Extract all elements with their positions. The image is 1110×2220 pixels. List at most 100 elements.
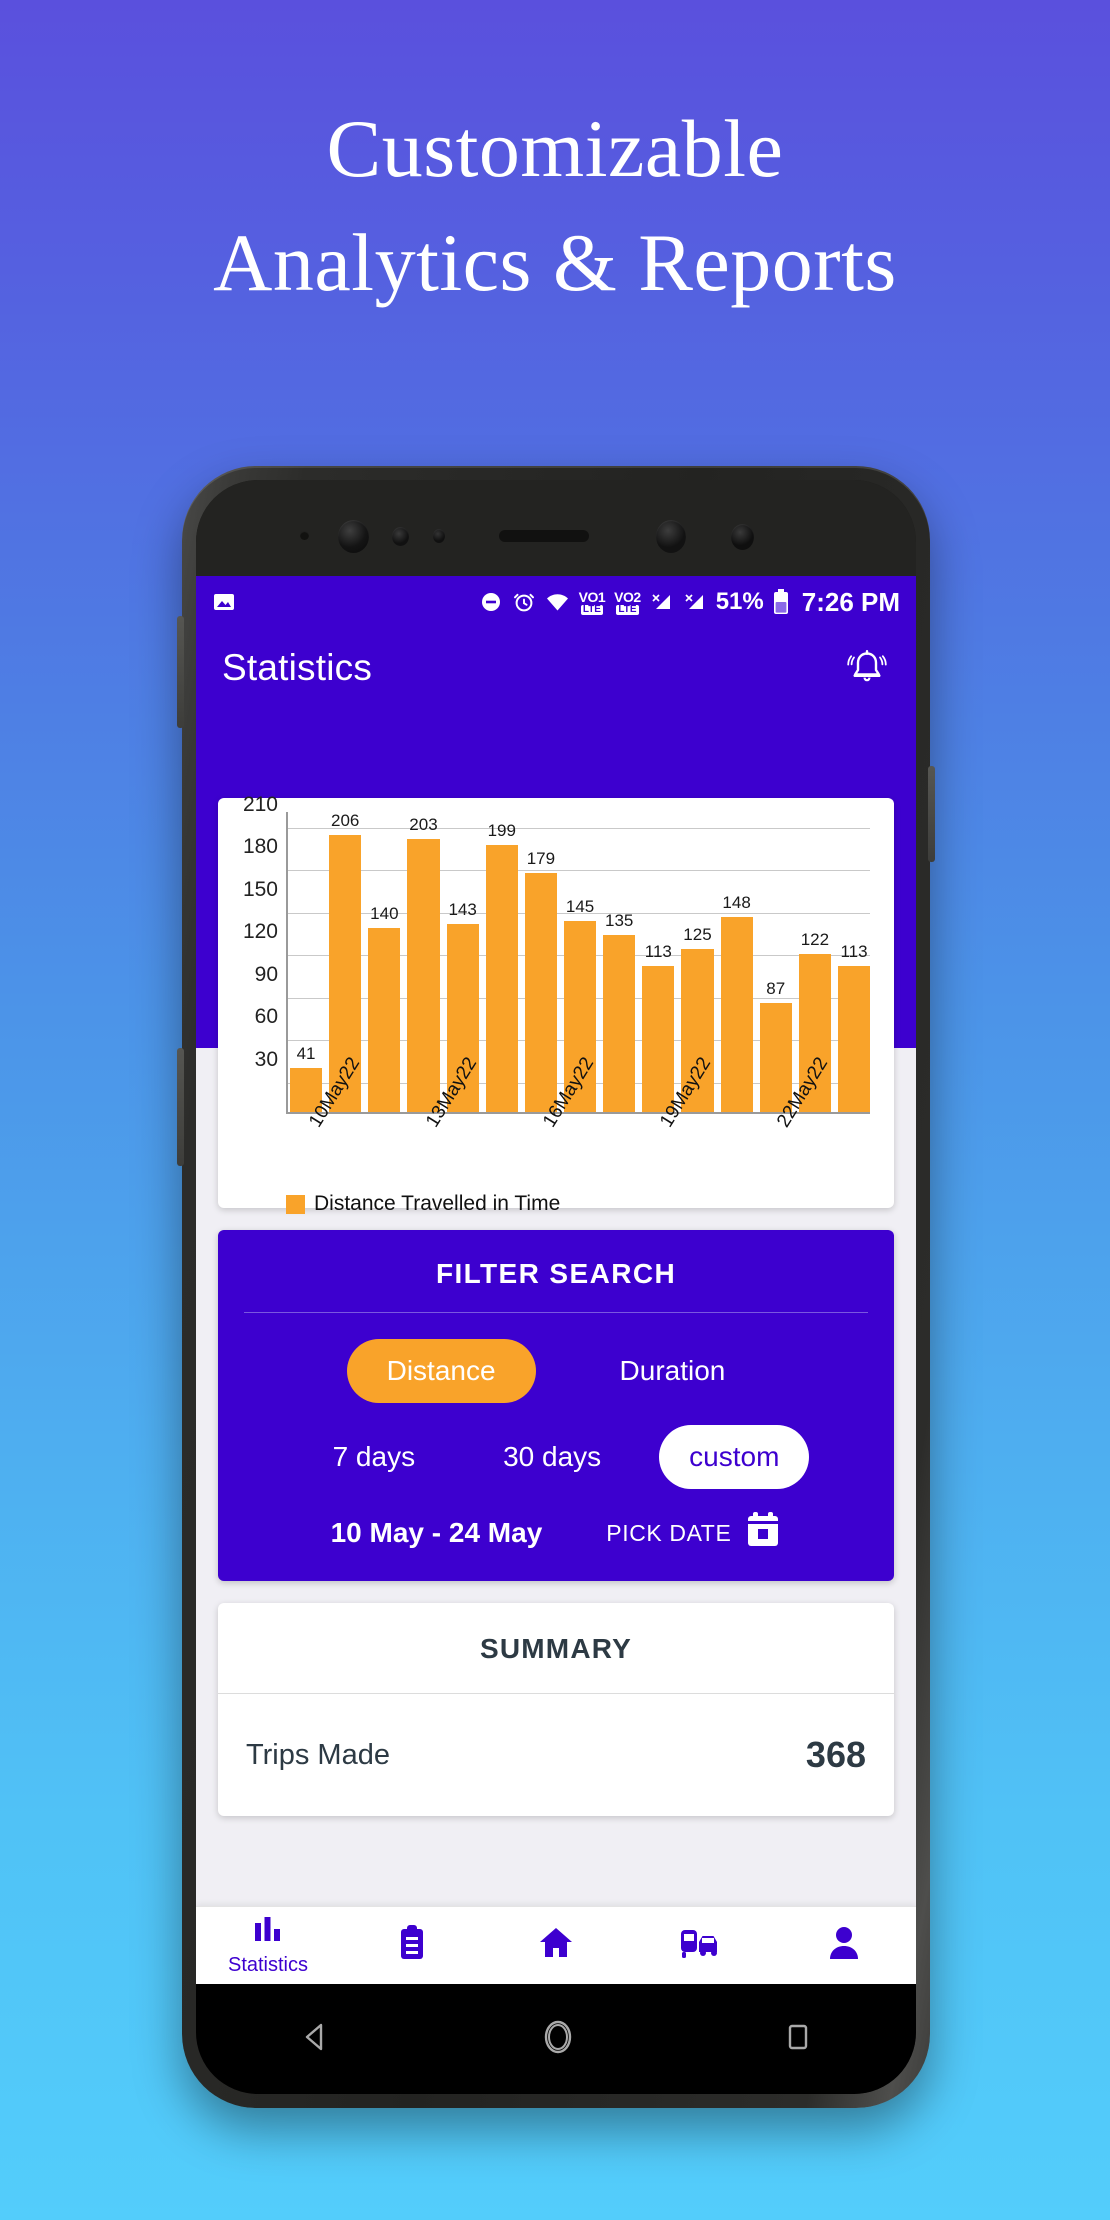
chart-y-tick-label: 30: [254, 1047, 278, 1071]
headline-line-1: Customizable: [326, 103, 784, 194]
volume-down-button[interactable]: [177, 1048, 184, 1166]
filter-metric-row: Distance Duration: [218, 1339, 894, 1403]
power-button[interactable]: [928, 766, 935, 862]
iris-scanner-icon: [731, 524, 754, 550]
chart-bar[interactable]: [603, 935, 636, 1112]
filter-range-7days[interactable]: 7 days: [303, 1425, 446, 1489]
chart-bar-wrapper: 203: [407, 812, 440, 1112]
chart-bar-value-label: 122: [800, 929, 830, 949]
headline-line-2: Analytics & Reports: [213, 217, 897, 308]
volte1-icon: VO1 LTE: [579, 590, 606, 615]
vehicles-icon: [679, 1926, 721, 1965]
clipboard-icon: [395, 1924, 429, 1967]
nav-item-vehicles[interactable]: [628, 1926, 772, 1965]
volte1-bottom-label: LTE: [580, 603, 603, 615]
legend-label: Distance Travelled in Time: [314, 1192, 561, 1215]
phone-screen: VO1 LTE VO2 LTE 51% 7:26 PM Statistics 3…: [196, 576, 916, 1984]
filter-range-custom[interactable]: custom: [659, 1425, 810, 1489]
person-icon: [827, 1925, 861, 1966]
nav-item-statistics[interactable]: Statistics: [196, 1915, 340, 1977]
nav-item-home[interactable]: [484, 1925, 628, 1966]
chart-bar-value-label: 179: [526, 848, 556, 868]
filter-search-card: FILTER SEARCH Distance Duration 7 days 3…: [218, 1230, 894, 1581]
chart-bar[interactable]: [837, 966, 871, 1112]
filter-metric-distance[interactable]: Distance: [346, 1339, 536, 1403]
nav-item-reports[interactable]: [340, 1924, 484, 1967]
earpiece-speaker: [499, 530, 589, 542]
nav-item-label-statistics: Statistics: [227, 1953, 309, 1976]
secondary-camera-icon: [656, 520, 686, 553]
signal2-icon: [683, 590, 707, 614]
filter-date-row: 10 May - 24 May PICK DATE: [218, 1511, 894, 1555]
date-range-label: 10 May - 24 May: [330, 1517, 543, 1548]
light-sensor-icon: [392, 527, 409, 546]
nav-item-profile[interactable]: [772, 1925, 916, 1966]
volte2-bottom-label: LTE: [616, 603, 639, 615]
home-icon: [537, 1925, 575, 1966]
phone-top-bezel: [196, 480, 916, 576]
battery-icon: [773, 589, 789, 615]
pick-date-label: PICK DATE: [606, 1519, 732, 1546]
chart-bar-wrapper: 41: [290, 812, 323, 1112]
chart-bar-value-label: 148: [722, 892, 751, 912]
battery-percent-label: 51%: [715, 588, 764, 615]
chart-bar-value-label: 199: [487, 820, 516, 840]
back-triangle-icon[interactable]: [297, 2018, 335, 2061]
chart-bar[interactable]: [642, 966, 675, 1112]
chart-bar-value-label: 113: [644, 942, 672, 962]
proximity-sensor-icon: [300, 531, 309, 540]
chart-bar-wrapper: 113: [642, 812, 675, 1112]
wifi-icon: [545, 590, 570, 614]
chart-bar[interactable]: [524, 872, 557, 1112]
pick-date-button[interactable]: PICK DATE: [606, 1511, 781, 1555]
signal1-icon: [650, 590, 674, 614]
chart-x-axis: 10May22 13May22 16May22 19May22 22May22: [286, 1054, 870, 1190]
home-circle-icon[interactable]: [536, 2015, 580, 2064]
chart-bar-value-label: 203: [409, 814, 438, 834]
volume-up-button[interactable]: [177, 616, 184, 728]
filter-search-title: FILTER SEARCH: [435, 1258, 677, 1289]
chart-y-tick-label: 60: [254, 1005, 278, 1029]
android-navigation-bar: [196, 1984, 916, 2094]
summary-row-value: 368: [805, 1734, 866, 1775]
chart-bar-value-label: 145: [565, 896, 595, 916]
summary-card: SUMMARY Trips Made 368: [218, 1603, 894, 1816]
phone-mockup: VO1 LTE VO2 LTE 51% 7:26 PM Statistics 3…: [177, 466, 935, 2108]
do-not-disturb-icon: [479, 590, 503, 614]
summary-title: SUMMARY: [479, 1633, 633, 1664]
chart-bar[interactable]: [720, 916, 753, 1112]
volte1-top-label: VO1: [578, 588, 606, 605]
chart-y-tick-label: 180: [242, 835, 278, 859]
chart-bar-wrapper: 87: [759, 812, 792, 1112]
chart-bar-wrapper: 199: [485, 812, 518, 1112]
calendar-icon: [745, 1511, 781, 1555]
chart-card: 30 60 90 120 150 180 210 41 206 140 203 143 199 179 1…: [218, 793, 894, 1215]
filter-divider: [244, 1312, 868, 1313]
chart-bar-value-label: 135: [605, 911, 634, 931]
chart-bar-value-label: 41: [296, 1044, 316, 1064]
summary-row-key: Trips Made: [246, 1738, 390, 1771]
chart-bar-value-label: 143: [448, 899, 477, 919]
chart-bar[interactable]: [407, 838, 440, 1112]
volte2-top-label: VO2: [614, 588, 641, 605]
volte2-icon: VO2 LTE: [614, 590, 641, 615]
chart-y-tick-label: 150: [242, 877, 278, 901]
chart-bar-value-label: 206: [331, 810, 360, 830]
summary-row-trips-made: Trips Made 368: [218, 1694, 894, 1816]
recents-square-icon[interactable]: [781, 2018, 815, 2061]
chart-bar[interactable]: [485, 844, 518, 1112]
filter-metric-duration[interactable]: Duration: [580, 1339, 766, 1403]
legend-swatch: [286, 1194, 305, 1214]
chart-bar-wrapper: 113: [837, 812, 871, 1112]
front-camera-icon: [338, 520, 369, 553]
status-bar: VO1 LTE VO2 LTE 51% 7:26 PM: [196, 576, 916, 628]
chart-bar-value-label: 140: [370, 904, 399, 924]
chart-bar[interactable]: [368, 928, 401, 1112]
chart-bar-wrapper: 140: [368, 812, 401, 1112]
promo-headline: Customizable Analytics & Reports: [0, 108, 1110, 304]
bar-chart-icon: [251, 1915, 285, 1952]
bell-icon[interactable]: [844, 645, 890, 691]
filter-range-30days[interactable]: 30 days: [473, 1425, 631, 1489]
chart-bar-wrapper: 135: [603, 812, 636, 1112]
filter-range-row: 7 days 30 days custom: [218, 1425, 894, 1489]
